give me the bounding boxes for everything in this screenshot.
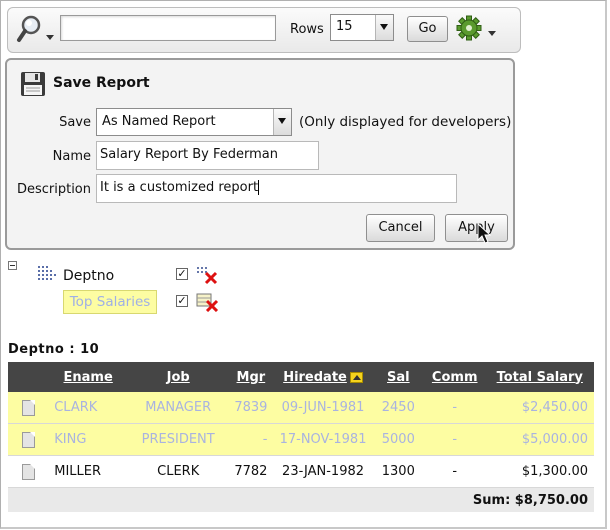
hiredate-cell: 09-JUN-1981 [273, 392, 373, 424]
report-name-field[interactable]: Salary Report By Federman [96, 141, 319, 170]
save-label: Save [59, 115, 91, 130]
go-button[interactable]: Go [407, 16, 448, 42]
mouse-pointer-icon [477, 222, 493, 245]
ename-cell: CLARK [48, 392, 129, 424]
rows-select[interactable]: 15 [330, 14, 394, 41]
comm-cell: - [423, 423, 486, 456]
mgr-cell: 7839 [228, 392, 274, 424]
panel-title: Save Report [53, 75, 150, 91]
ename-cell: MILLER [48, 455, 129, 488]
document-icon[interactable] [21, 431, 35, 448]
hiredate-cell: 17-NOV-1981 [273, 423, 373, 456]
save-type-select[interactable]: As Named Report [96, 108, 292, 136]
column-header-ename[interactable]: Ename [48, 362, 129, 392]
rows-select-value: 15 [336, 19, 353, 34]
row-detail-cell[interactable] [8, 455, 49, 488]
column-header-sal[interactable]: Sal [372, 362, 424, 392]
table-row: KING PRESIDENT - 17-NOV-1981 5000 - $5,0… [8, 423, 594, 456]
break-enabled-checkbox[interactable]: ✓ [176, 268, 188, 280]
gear-icon[interactable] [456, 13, 502, 45]
remove-break-icon[interactable] [196, 265, 220, 285]
table-row: CLARK MANAGER 7839 09-JUN-1981 2450 - $2… [8, 392, 594, 424]
sort-ascending-icon [349, 371, 363, 383]
search-input[interactable] [60, 15, 276, 41]
description-label: Description [16, 182, 91, 197]
total-cell: $2,450.00 [485, 392, 594, 424]
chevron-down-icon [273, 109, 291, 135]
job-cell: PRESIDENT [128, 423, 229, 456]
search-icon[interactable] [16, 12, 56, 46]
break-group-heading: Deptno : 10 [8, 342, 100, 357]
column-header-view [8, 362, 49, 392]
sal-cell: 5000 [372, 423, 424, 456]
row-detail-cell[interactable] [8, 423, 49, 456]
sal-cell: 1300 [372, 455, 424, 488]
hiredate-cell: 23-JAN-1982 [273, 455, 373, 488]
description-value: It is a customized report [100, 180, 259, 195]
column-header-total-salary[interactable]: Total Salary [485, 362, 594, 392]
remove-highlight-icon[interactable] [196, 292, 220, 313]
column-header-mgr[interactable]: Mgr [228, 362, 274, 392]
comm-cell: - [423, 392, 486, 424]
collapse-filters-icon[interactable] [8, 261, 17, 270]
text-cursor [258, 180, 260, 195]
column-header-hiredate: Hiredate [283, 369, 347, 385]
name-label: Name [52, 149, 91, 164]
table-row: MILLER CLERK 7782 23-JAN-1982 1300 - $1,… [8, 455, 594, 488]
column-header-job[interactable]: Job [128, 362, 229, 392]
rows-label: Rows [290, 22, 324, 37]
column-header-comm[interactable]: Comm [423, 362, 486, 392]
sum-row: Sum: $8,750.00 [8, 487, 594, 512]
break-filter-label[interactable]: Deptno [63, 268, 114, 284]
total-cell: $1,300.00 [485, 455, 594, 488]
sum-cell: Sum: $8,750.00 [8, 487, 594, 512]
total-cell: $5,000.00 [485, 423, 594, 456]
mgr-cell: 7782 [228, 455, 274, 488]
job-cell: CLERK [128, 455, 229, 488]
cancel-button[interactable]: Cancel [366, 214, 435, 242]
row-detail-cell[interactable] [8, 392, 49, 424]
save-report-panel: Save Report Save As Named Report (Only d… [5, 58, 515, 250]
save-type-value: As Named Report [102, 114, 216, 129]
developer-note: (Only displayed for developers) [299, 114, 512, 130]
report-table: Ename Job Mgr Hiredate Sal Comm Total Sa… [8, 362, 594, 512]
chevron-down-icon [375, 15, 393, 40]
mgr-cell: - [228, 423, 274, 456]
comm-cell: - [423, 455, 486, 488]
header-row: Ename Job Mgr Hiredate Sal Comm Total Sa… [8, 362, 594, 392]
description-field[interactable]: It is a customized report [96, 174, 457, 203]
floppy-disk-icon [20, 71, 46, 97]
document-icon[interactable] [21, 463, 35, 480]
column-header-hiredate-cell[interactable]: Hiredate [273, 362, 373, 392]
ename-cell: KING [48, 423, 129, 456]
highlight-enabled-checkbox[interactable]: ✓ [176, 295, 188, 307]
document-icon[interactable] [21, 399, 35, 416]
control-break-icon [36, 265, 58, 285]
highlight-filter-label[interactable]: Top Salaries [63, 290, 157, 314]
report-toolbar: Rows 15 Go [7, 7, 521, 53]
job-cell: MANAGER [128, 392, 229, 424]
sal-cell: 2450 [372, 392, 424, 424]
